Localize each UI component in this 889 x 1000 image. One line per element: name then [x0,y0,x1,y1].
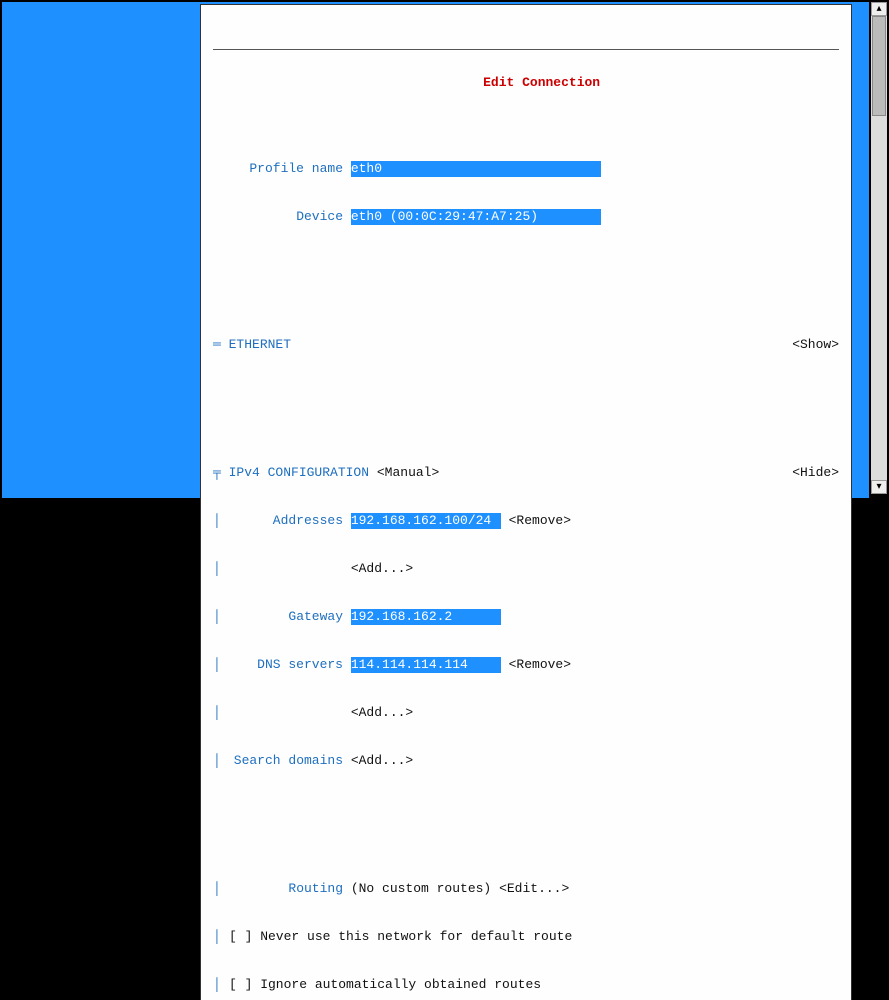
gateway-input[interactable]: 192.168.162.2 [351,609,501,625]
checkbox-never-default[interactable]: [ ] Never use this network for default r… [229,929,572,945]
address-input[interactable]: 192.168.162.100/24 [351,513,501,529]
nmtui-edit-connection-dialog: Edit Connection Profile name eth0 Device… [200,4,852,1000]
ipv4-hide-button[interactable]: <Hide> [792,465,839,481]
scrollbar-track[interactable] [871,16,887,480]
device-label: Device [213,209,343,225]
routing-edit-button[interactable]: <Edit...> [499,881,569,897]
search-domains-label: Search domains [229,753,343,769]
ipv4-section-header[interactable]: IPv4 CONFIGURATION [229,465,369,481]
routing-label: Routing [229,881,343,897]
scrollbar-thumb[interactable] [872,16,886,116]
dns-label: DNS servers [229,657,343,673]
address-remove-button[interactable]: <Remove> [509,513,571,529]
profile-name-input[interactable]: eth0 [351,161,601,177]
ethernet-show-button[interactable]: <Show> [792,337,839,353]
search-add-button[interactable]: <Add...> [351,753,413,769]
section-toggle-icon[interactable]: ═ [213,337,229,353]
ipv4-mode-select[interactable]: <Manual> [377,465,439,481]
checkbox-ignore-routes[interactable]: [ ] Ignore automatically obtained routes [229,977,541,993]
dns-input[interactable]: 114.114.114.114 [351,657,501,673]
profile-name-label: Profile name [213,161,343,177]
addresses-label: Addresses [229,513,343,529]
address-add-button[interactable]: <Add...> [351,561,413,577]
gateway-label: Gateway [229,609,343,625]
dialog-title-bar: Edit Connection [213,43,839,55]
scrollbar-up-icon[interactable]: ▴ [871,2,887,16]
scrollbar[interactable]: ▴ ▾ [871,2,887,494]
ethernet-section-header[interactable]: ETHERNET [229,337,291,353]
dialog-title: Edit Connection [477,75,606,90]
routing-value: (No custom routes) [351,881,491,897]
dns-add-button[interactable]: <Add...> [351,705,413,721]
section-toggle-icon[interactable]: ╤ [213,465,229,481]
scrollbar-down-icon[interactable]: ▾ [871,480,887,494]
device-input[interactable]: eth0 (00:0C:29:47:A7:25) [351,209,601,225]
dns-remove-button[interactable]: <Remove> [509,657,571,673]
